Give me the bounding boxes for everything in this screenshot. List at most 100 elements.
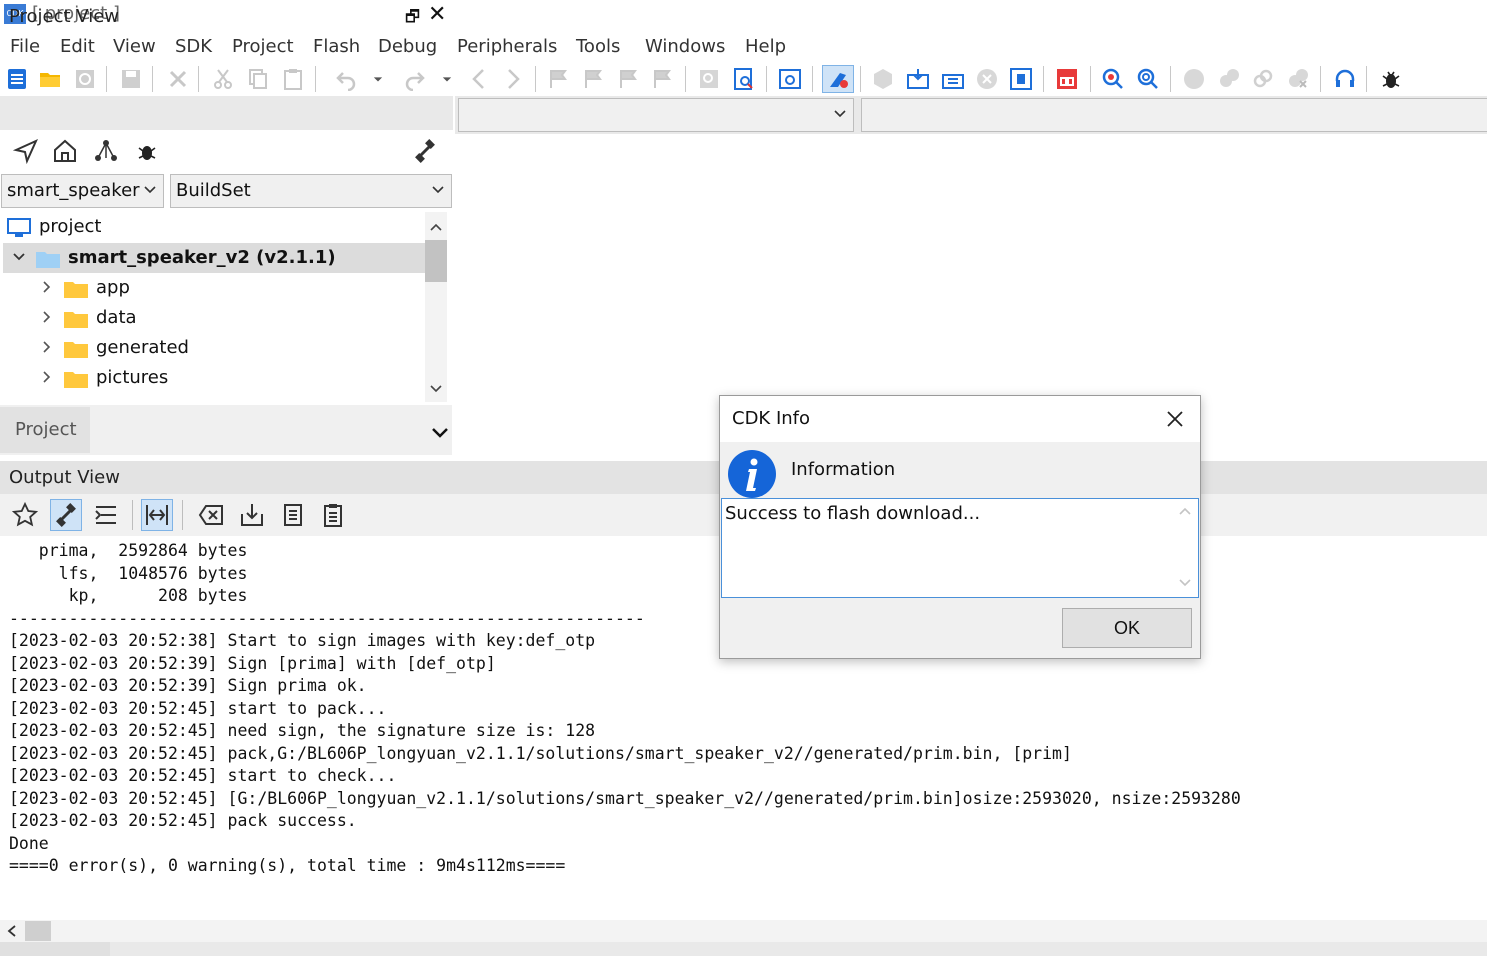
folder-icon	[64, 342, 88, 358]
build-mode-icon[interactable]	[822, 65, 854, 93]
chevron-down-icon[interactable]	[430, 425, 450, 441]
locate-icon[interactable]	[12, 138, 39, 165]
chevron-right-icon[interactable]	[40, 340, 54, 354]
copy-icon[interactable]	[245, 66, 271, 92]
undo-icon[interactable]	[333, 66, 359, 92]
project-select[interactable]: smart_speaker	[1, 174, 164, 208]
cdk-info-dialog: CDK Info Information Success to flash do…	[719, 395, 1201, 659]
navigate-back-icon[interactable]	[466, 66, 492, 92]
bug-icon[interactable]	[134, 138, 160, 164]
tree-item-app[interactable]: app	[3, 273, 425, 303]
run-icon[interactable]	[1181, 66, 1207, 92]
erase-icon[interactable]	[1008, 66, 1034, 92]
tree-item-data[interactable]: data	[3, 303, 425, 333]
debug-start-icon[interactable]	[1100, 66, 1126, 92]
dialog-title: CDK Info	[732, 408, 811, 429]
breakpoint-icon[interactable]	[1216, 66, 1242, 92]
output-hscrollbar[interactable]	[0, 920, 1487, 942]
structure-icon[interactable]	[93, 138, 119, 164]
tree-item-package[interactable]: smart_speaker_v2 (v2.1.1)	[3, 243, 425, 273]
tree-scroll-thumb[interactable]	[425, 240, 447, 282]
ok-button[interactable]: OK	[1062, 608, 1192, 648]
load-icon[interactable]	[1054, 66, 1080, 92]
menu-file[interactable]: File	[10, 36, 40, 57]
chevron-down-icon[interactable]	[12, 250, 26, 264]
chevron-right-icon[interactable]	[40, 280, 54, 294]
navigate-forward-icon[interactable]	[500, 66, 526, 92]
headset-icon[interactable]	[1332, 66, 1358, 92]
home-icon[interactable]	[52, 138, 78, 164]
save-output-icon[interactable]	[237, 500, 267, 530]
tree-item-generated[interactable]: generated	[3, 333, 425, 363]
chevron-up-icon[interactable]	[429, 220, 443, 234]
project-tree: project smart_speaker_v2 (v2.1.1) app da…	[3, 212, 425, 402]
project-view-toolbar	[0, 130, 453, 172]
open-folder-icon[interactable]	[37, 66, 63, 92]
folder-icon	[64, 282, 88, 298]
tab-project-label: Project	[15, 419, 77, 440]
refresh-icon[interactable]	[72, 66, 98, 92]
unlink-icon[interactable]	[1285, 66, 1311, 92]
paste-icon[interactable]	[280, 66, 306, 92]
output-view-title: Output View	[9, 467, 120, 488]
menu-flash[interactable]: Flash	[313, 36, 360, 57]
copy-output-icon[interactable]	[278, 500, 308, 530]
redo-dropdown-icon[interactable]	[437, 66, 457, 92]
dialog-scrollbar[interactable]	[1174, 500, 1196, 596]
menu-help[interactable]: Help	[745, 36, 786, 57]
bookmark-next-icon[interactable]	[616, 66, 642, 92]
menu-project[interactable]: Project	[232, 36, 294, 57]
chevron-right-icon[interactable]	[40, 370, 54, 384]
tree-label: pictures	[96, 367, 169, 388]
redo-icon[interactable]	[402, 66, 428, 92]
buildset-select[interactable]: BuildSet	[170, 174, 452, 208]
download-all-icon[interactable]	[940, 66, 966, 92]
tree-item-project[interactable]: project	[3, 212, 425, 242]
tree-label: generated	[96, 337, 189, 358]
paste-output-icon[interactable]	[318, 500, 348, 530]
close-panel-icon[interactable]: ✕	[428, 2, 446, 27]
info-icon	[728, 450, 776, 498]
find-icon[interactable]	[696, 66, 722, 92]
delete-icon[interactable]	[165, 66, 191, 92]
stop-icon[interactable]	[974, 66, 1000, 92]
file-scope-select[interactable]	[458, 98, 854, 132]
chevron-right-icon[interactable]	[40, 310, 54, 324]
connect-icon[interactable]	[50, 499, 82, 531]
output-hscroll-thumb[interactable]	[25, 921, 51, 941]
package-icon[interactable]	[870, 66, 896, 92]
menu-windows[interactable]: Windows	[645, 36, 725, 57]
favorite-icon[interactable]	[10, 500, 40, 530]
symbol-select[interactable]	[861, 98, 1487, 132]
cut-icon[interactable]	[210, 66, 236, 92]
project-view-header	[0, 96, 453, 130]
chevron-left-icon[interactable]	[6, 924, 18, 938]
download-icon[interactable]	[905, 66, 931, 92]
menu-debug[interactable]: Debug	[378, 36, 437, 57]
save-icon[interactable]	[118, 66, 144, 92]
bookmark-icon[interactable]	[546, 66, 572, 92]
bookmark-clear-icon[interactable]	[650, 66, 676, 92]
link-icon[interactable]	[1250, 66, 1276, 92]
menu-tools[interactable]: Tools	[576, 36, 620, 57]
new-file-icon[interactable]	[4, 66, 30, 92]
auto-scroll-icon[interactable]	[141, 499, 173, 531]
debug-attach-icon[interactable]	[1135, 66, 1161, 92]
clear-output-icon[interactable]	[196, 500, 226, 530]
menu-view[interactable]: View	[113, 36, 156, 57]
find-in-files-icon[interactable]	[731, 66, 757, 92]
menu-sdk[interactable]: SDK	[175, 36, 212, 57]
undo-dropdown-icon[interactable]	[368, 66, 388, 92]
menu-edit[interactable]: Edit	[60, 36, 95, 57]
search-window-icon[interactable]	[777, 66, 803, 92]
word-wrap-icon[interactable]	[91, 500, 121, 530]
status-bar-section	[110, 942, 1487, 956]
menu-peripherals[interactable]: Peripherals	[457, 36, 557, 57]
tree-item-pictures[interactable]: pictures	[3, 363, 425, 393]
chevron-down-icon[interactable]	[429, 382, 443, 396]
bookmark-prev-icon[interactable]	[581, 66, 607, 92]
connect-icon[interactable]	[412, 138, 438, 164]
bug-icon[interactable]	[1378, 66, 1404, 92]
float-panel-icon[interactable]: 🗗	[405, 6, 420, 33]
close-icon[interactable]	[1164, 408, 1186, 430]
